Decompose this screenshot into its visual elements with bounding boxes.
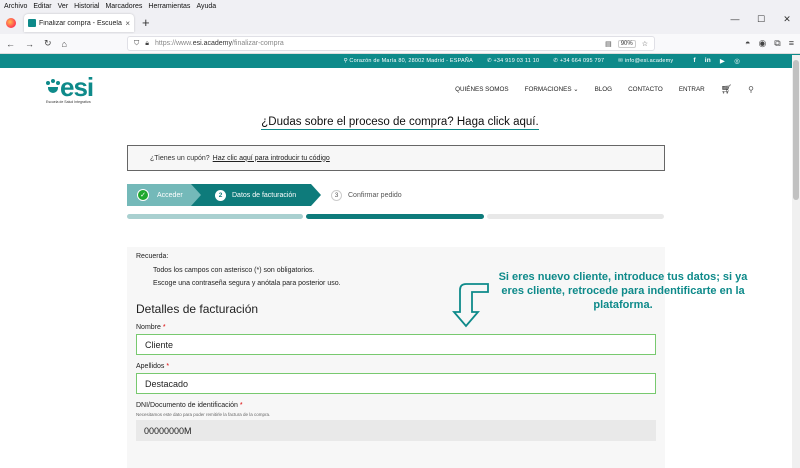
maximize-button[interactable]: ☐ xyxy=(748,12,774,34)
menu-historial[interactable]: Historial xyxy=(74,3,99,10)
phone1-link[interactable]: ✆ +34 919 03 11 10 xyxy=(487,58,539,64)
email-link[interactable]: ✉ info@esi.academy xyxy=(618,58,673,64)
site-logo[interactable]: esi Escuela de Salud Integrativa xyxy=(46,71,94,104)
close-window-button[interactable]: ✕ xyxy=(774,12,800,34)
step-label: Datos de facturación xyxy=(232,191,297,199)
field-label-dni: DNI/Documento de identificación * xyxy=(136,402,243,409)
browser-menubar: Archivo Editar Ver Historial Marcadores … xyxy=(0,0,800,12)
step-label: Confirmar pedido xyxy=(348,191,402,199)
dni-input[interactable]: 00000000M xyxy=(136,420,656,441)
new-tab-button[interactable]: + xyxy=(142,15,150,30)
reader-view-icon[interactable]: ▤ xyxy=(605,40,612,48)
site-header: esi Escuela de Salud Integrativa QUIÉNES… xyxy=(0,68,800,110)
scrollbar-thumb[interactable] xyxy=(793,60,799,200)
site-favicon-icon xyxy=(28,19,36,27)
progress-segment-1 xyxy=(127,214,303,219)
check-icon: ✓ xyxy=(137,189,149,201)
chevron-down-icon: ⌄ xyxy=(573,85,579,93)
shield-icon[interactable]: ⛉ xyxy=(134,40,139,48)
callout-arrow-icon xyxy=(452,283,489,328)
forward-arrow-icon[interactable]: → xyxy=(25,39,34,49)
purchase-help-link[interactable]: ¿Dudas sobre el proceso de compra? Haga … xyxy=(0,116,800,130)
menu-ayuda[interactable]: Ayuda xyxy=(196,3,216,10)
instruction-callout: Si eres nuevo cliente, introduce tus dat… xyxy=(498,271,748,311)
step-number: 2 xyxy=(215,189,226,201)
field-label-nombre: Nombre * xyxy=(136,324,166,331)
apellidos-input[interactable]: Destacado xyxy=(136,373,656,394)
progress-segment-2 xyxy=(306,214,484,219)
menu-archivo[interactable]: Archivo xyxy=(4,3,27,10)
browser-navbar: ← → ↻ ⌂ ⛉ 🔒︎ https://www.esi.academy/fin… xyxy=(0,34,800,54)
menu-herramientas[interactable]: Herramientas xyxy=(148,3,190,10)
firefox-icon[interactable] xyxy=(6,18,16,28)
cart-icon[interactable]: 🛒︎ xyxy=(721,84,732,95)
coupon-text: ¿Tienes un cupón? xyxy=(150,154,210,162)
menu-marcadores[interactable]: Marcadores xyxy=(105,3,142,10)
bookmark-star-icon[interactable]: ☆ xyxy=(642,40,648,48)
reload-icon[interactable]: ↻ xyxy=(44,38,52,49)
step-number: 3 xyxy=(331,189,342,201)
phone2-link[interactable]: ✆ +34 664 095 797 xyxy=(553,58,604,64)
nav-quienes-somos[interactable]: QUIÉNES SOMOS xyxy=(455,86,509,93)
instagram-icon[interactable]: ◎ xyxy=(734,57,740,65)
pocket-icon[interactable]: ◓ xyxy=(745,38,750,49)
dni-help-text: Necesitamos este dato para poder remitir… xyxy=(136,412,271,417)
search-icon[interactable]: ⚲ xyxy=(748,85,754,94)
address-text: ⚲ Corazón de María 80, 28002 Madrid - ES… xyxy=(343,58,473,64)
menu-ver[interactable]: Ver xyxy=(58,3,69,10)
nombre-input[interactable]: Cliente xyxy=(136,334,656,355)
toolbar-extensions: ◓ ◉ ⧉ ≡ xyxy=(745,38,794,49)
tab-title: Finalizar compra - Escuela Salud xyxy=(39,19,122,27)
checkout-steps: ✓ Acceder 2 Datos de facturación 3 Confi… xyxy=(127,184,667,206)
nav-entrar[interactable]: ENTRAR xyxy=(679,86,705,93)
menu-editar[interactable]: Editar xyxy=(33,3,51,10)
nav-formaciones[interactable]: FORMACIONES ⌄ xyxy=(525,86,579,93)
window-controls: — ☐ ✕ xyxy=(722,12,800,34)
nav-contacto[interactable]: CONTACTO xyxy=(628,86,663,93)
nav-blog[interactable]: BLOG xyxy=(595,86,613,93)
social-links: f in ▶ ◎ xyxy=(693,57,740,65)
zoom-level[interactable]: 90% xyxy=(617,39,636,48)
browser-tab[interactable]: Finalizar compra - Escuela Salud × xyxy=(24,14,134,32)
browser-tabbar: Finalizar compra - Escuela Salud × + — ☐… xyxy=(0,12,800,34)
progress-segment-3 xyxy=(487,214,664,219)
step-label: Acceder xyxy=(157,191,183,199)
site-topbar: ⚲ Corazón de María 80, 28002 Madrid - ES… xyxy=(0,54,800,68)
coupon-link[interactable]: Haz clic aquí para introducir tu código xyxy=(213,155,330,162)
main-nav: QUIÉNES SOMOS FORMACIONES ⌄ BLOG CONTACT… xyxy=(455,84,754,95)
logo-text: esi xyxy=(60,71,94,102)
url-text[interactable]: https://www.esi.academy/finalizar-compra xyxy=(155,40,599,47)
tab-close-icon[interactable]: × xyxy=(125,19,130,28)
account-icon[interactable]: ◉ xyxy=(758,38,766,49)
note-title: Recuerda: xyxy=(136,253,169,260)
back-arrow-icon[interactable]: ← xyxy=(6,39,15,49)
url-bar[interactable]: ⛉ 🔒︎ https://www.esi.academy/finalizar-c… xyxy=(126,36,655,51)
linkedin-icon[interactable]: in xyxy=(705,57,711,65)
step-acceder[interactable]: ✓ Acceder xyxy=(127,184,201,206)
minimize-button[interactable]: — xyxy=(722,12,748,34)
home-icon[interactable]: ⌂ xyxy=(62,39,67,49)
step-confirmar-pedido: 3 Confirmar pedido xyxy=(311,184,402,206)
coupon-box: ¿Tienes un cupón? Haz clic aquí para int… xyxy=(127,145,665,171)
facebook-icon[interactable]: f xyxy=(693,57,695,65)
step-datos-facturacion: 2 Datos de facturación xyxy=(191,184,321,206)
field-label-apellidos: Apellidos * xyxy=(136,363,170,370)
extensions-icon[interactable]: ⧉ xyxy=(774,38,780,49)
youtube-icon[interactable]: ▶ xyxy=(720,57,725,65)
logo-subtitle: Escuela de Salud Integrativa xyxy=(46,99,91,104)
logo-people-icon xyxy=(46,78,60,95)
menu-hamburger-icon[interactable]: ≡ xyxy=(789,38,794,49)
lock-icon[interactable]: 🔒︎ xyxy=(145,40,149,48)
